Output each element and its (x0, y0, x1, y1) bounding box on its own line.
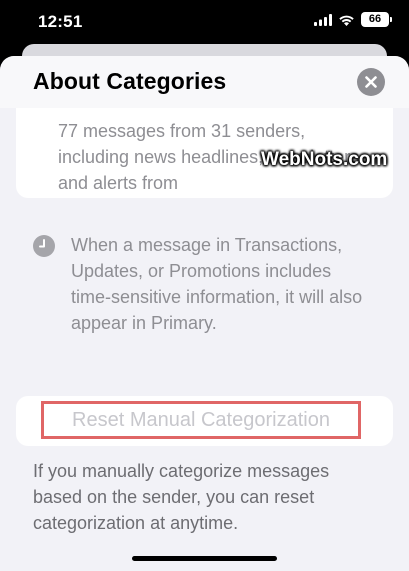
status-bar: 12:51 66 (0, 0, 409, 46)
close-icon (365, 76, 377, 88)
watermark: WebNots.com (261, 149, 388, 170)
close-button[interactable] (357, 68, 385, 96)
signal-icon (314, 13, 332, 26)
battery-icon: 66 (361, 12, 392, 27)
wifi-icon (339, 15, 354, 26)
page-title: About Categories (33, 68, 227, 94)
reset-footer-text: If you manually categorize messages base… (33, 461, 330, 533)
reset-manual-categorization-button[interactable]: Reset Manual Categorization (41, 401, 361, 439)
home-indicator (132, 556, 277, 561)
reset-group: Reset Manual Categorization (16, 396, 393, 446)
clock-icon (33, 235, 55, 257)
battery-level: 66 (368, 13, 382, 25)
sheet-header: About Categories (0, 56, 409, 108)
status-icons: 66 (314, 12, 392, 27)
about-categories-sheet: About Categories 77 messages from 31 sen… (0, 56, 409, 571)
status-time: 12:51 (38, 12, 83, 31)
info-text: When a message in Transactions, Updates,… (71, 235, 363, 333)
